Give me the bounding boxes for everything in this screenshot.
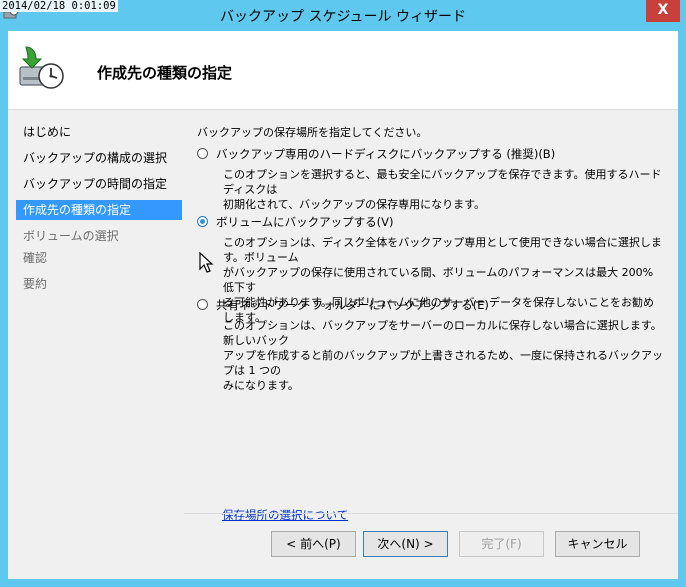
window-title: バックアップ スケジュール ウィザード bbox=[220, 9, 466, 25]
nav-step-getting-started[interactable]: はじめに bbox=[16, 122, 182, 142]
nav-step-summary: 要約 bbox=[23, 277, 48, 291]
description-line: このオプションは、バックアップをサーバーのローカルに保存しない場合に選択します。… bbox=[223, 319, 662, 347]
back-button[interactable]: < 前へ(P) bbox=[271, 531, 356, 557]
cancel-button[interactable]: キャンセル bbox=[555, 531, 640, 557]
nav-step-backup-configuration[interactable]: バックアップの構成の選択 bbox=[16, 148, 182, 168]
radio-network-folder[interactable] bbox=[197, 299, 208, 310]
description-line: みになります。 bbox=[223, 379, 299, 392]
button-bar-divider bbox=[184, 513, 678, 514]
option-network-folder-description: このオプションは、バックアップをサーバーのローカルに保存しない場合に選択します。… bbox=[223, 318, 663, 393]
finish-button: 完了(F) bbox=[459, 531, 544, 557]
description-line: このオプションは、ディスク全体をバックアップ専用として使用できない場合に選択しま… bbox=[223, 236, 662, 264]
wizard-header: 作成先の種類の指定 bbox=[8, 31, 678, 109]
backup-schedule-icon bbox=[19, 46, 64, 89]
close-icon: X bbox=[657, 2, 669, 18]
wizard-step-nav: はじめに バックアップの構成の選択 バックアップの時間の指定 作成先の種類の指定… bbox=[8, 110, 184, 579]
close-button[interactable]: X bbox=[646, 0, 680, 22]
wizard-client-area: 作成先の種類の指定 はじめに バックアップの構成の選択 バックアップの時間の指定… bbox=[8, 31, 678, 579]
description-line: 初期化されて、バックアップの保存専用になります。 bbox=[223, 198, 486, 211]
title-bar: 2014/02/18 0:01:09 バックアップ スケジュール ウィザード X bbox=[0, 0, 686, 31]
nav-step-backup-time[interactable]: バックアップの時間の指定 bbox=[16, 174, 182, 194]
radio-volume[interactable] bbox=[197, 216, 208, 227]
radio-dedicated-disk[interactable] bbox=[197, 148, 208, 159]
mouse-pointer-icon bbox=[199, 252, 214, 273]
instruction-text: バックアップの保存場所を指定してください。 bbox=[197, 126, 428, 139]
option-dedicated-disk-label[interactable]: バックアップ専用のハードディスクにバックアップする (推奨)(B) bbox=[216, 145, 555, 163]
next-button[interactable]: 次へ(N) > bbox=[363, 531, 448, 557]
description-line: アップを作成すると前のバックアップが上書きされるため、一度に保持されるバックアッ… bbox=[223, 349, 663, 377]
nav-step-confirmation: 確認 bbox=[23, 251, 48, 265]
nav-step-select-volume: ボリュームの選択 bbox=[23, 229, 119, 243]
nav-step-destination-type[interactable]: 作成先の種類の指定 bbox=[16, 200, 182, 220]
description-line: がバックアップの保存に使用されている間、ボリュームのパフォーマンスは最大 200… bbox=[223, 266, 654, 294]
option-dedicated-disk-description: このオプションを選択すると、最も安全にバックアップを保存できます。使用するハード… bbox=[223, 167, 663, 212]
option-volume-label[interactable]: ボリュームにバックアップする(V) bbox=[216, 213, 394, 231]
description-line: このオプションを選択すると、最も安全にバックアップを保存できます。使用するハード… bbox=[223, 168, 662, 196]
help-link-storage-location[interactable]: 保存場所の選択について bbox=[222, 507, 348, 523]
option-network-folder-label[interactable]: 共有ネットワーク フォルダーにバックアップする(E) bbox=[216, 296, 489, 314]
destination-options-panel: バックアップの保存場所を指定してください。 バックアップ専用のハードディスクにバ… bbox=[184, 110, 678, 510]
page-title: 作成先の種類の指定 bbox=[97, 64, 233, 82]
